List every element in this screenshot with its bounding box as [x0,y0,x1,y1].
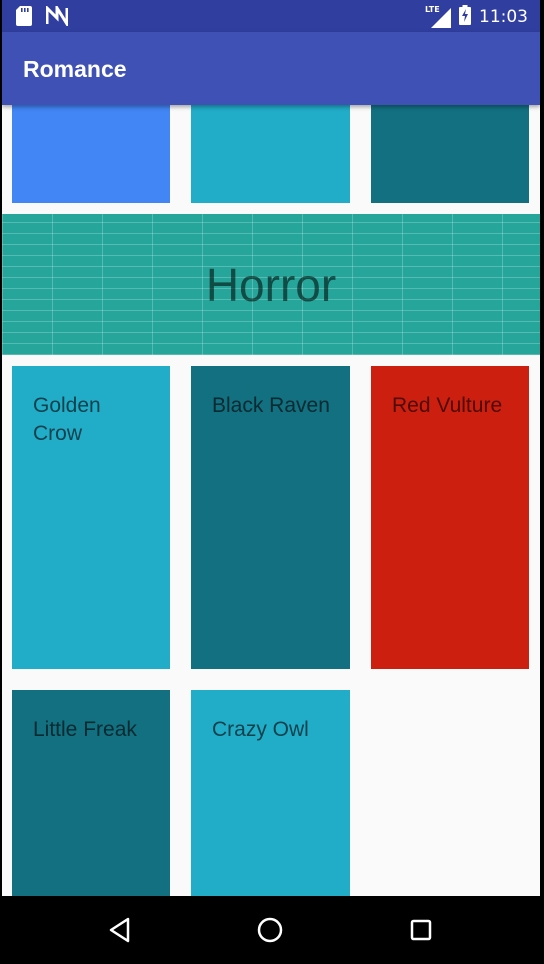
tile-crazy-owl[interactable]: Crazy Owl [191,690,350,896]
content-grid[interactable]: Horror Golden Crow Black Raven Red Vultu… [2,105,540,896]
recents-icon [410,919,432,941]
tile-black-raven[interactable]: Black Raven [191,366,350,669]
status-bar: LTE 11:03 [2,0,540,32]
battery-charging-icon [459,5,471,29]
section-title: Horror [205,258,337,311]
home-button[interactable] [250,910,290,950]
navigation-bar [2,896,540,964]
recents-button[interactable] [401,910,441,950]
tile-little-freak[interactable]: Little Freak [12,690,170,896]
home-icon [257,917,283,943]
screen: LTE 11:03 Romance Horror Golden Crow Bla… [2,0,540,964]
back-button[interactable] [100,910,140,950]
app-bar: Romance [2,32,540,105]
tile-label: Crazy Owl [212,718,309,741]
page-title: Romance [23,56,127,82]
top-tile-3[interactable] [371,105,529,203]
top-tile-2[interactable] [191,105,350,203]
clock: 11:03 [479,7,528,27]
back-icon [109,917,130,943]
section-banner[interactable]: Horror [2,214,540,355]
tile-red-vulture[interactable]: Red Vulture [371,366,529,669]
tile-label: Black Raven [212,394,330,417]
sd-card-icon [16,6,32,30]
tile-label: Golden Crow [33,394,101,445]
tile-label: Little Freak [33,718,137,741]
tile-golden-crow[interactable]: Golden Crow [12,366,170,669]
n-logo-icon [45,2,69,30]
tile-label: Red Vulture [392,394,503,417]
lte-signal-icon: LTE [425,5,451,28]
top-tile-1[interactable] [12,105,170,203]
